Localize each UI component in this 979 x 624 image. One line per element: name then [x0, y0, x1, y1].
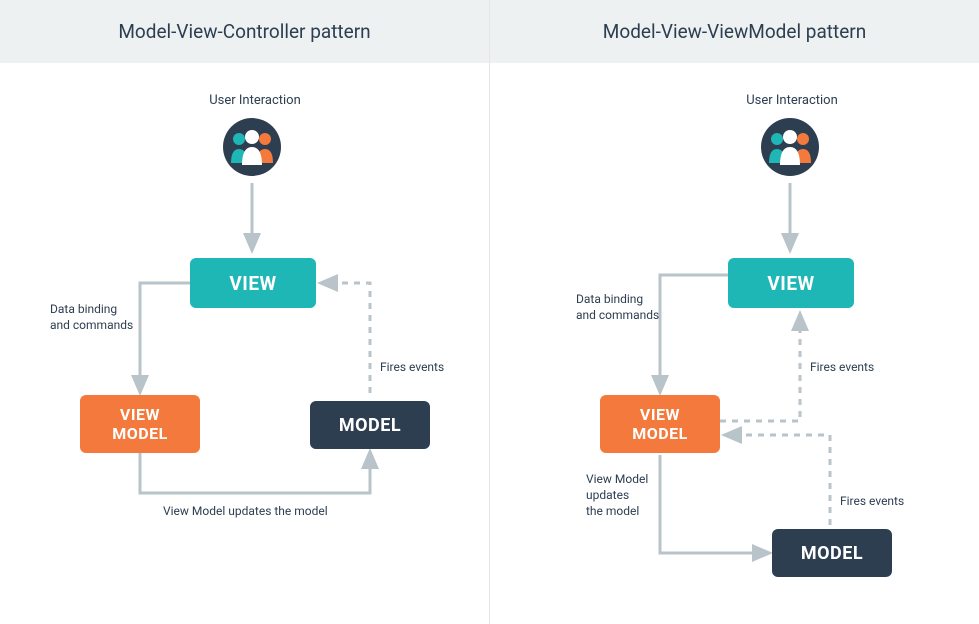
databinding-label: Data binding and commands [50, 301, 133, 333]
view-box: VIEW [190, 258, 316, 308]
diagram-container: Model-View-Controller pattern [0, 0, 979, 624]
model-label: MODEL [801, 543, 863, 564]
mvc-diagram: User Interaction VIEW VIEW MO [0, 63, 489, 624]
view-box: VIEW [728, 258, 854, 308]
user-interaction-label: User Interaction [742, 93, 842, 108]
mvc-header: Model-View-Controller pattern [0, 0, 489, 63]
model-box: MODEL [310, 401, 430, 449]
viewmodel-label: VIEW MODEL [632, 405, 688, 443]
user-interaction-label: User Interaction [205, 93, 305, 108]
vm-updates-label: View Model updates the model [586, 471, 648, 520]
mvvm-panel: Model-View-ViewModel pattern [490, 0, 979, 624]
vm-updates-label: View Model updates the model [163, 503, 328, 519]
viewmodel-box: VIEW MODEL [600, 395, 720, 453]
mvc-title: Model-View-Controller pattern [118, 20, 370, 43]
fires-events-label: Fires events [380, 359, 444, 375]
model-label: MODEL [339, 415, 401, 436]
users-icon [761, 118, 819, 176]
mvvm-header: Model-View-ViewModel pattern [490, 0, 979, 63]
view-label: VIEW [229, 272, 276, 295]
viewmodel-label: VIEW MODEL [112, 405, 168, 443]
view-label: VIEW [767, 272, 814, 295]
fires-events-label-1: Fires events [810, 359, 874, 375]
fires-events-label-2: Fires events [840, 493, 904, 509]
mvvm-diagram: User Interaction VIEW VIEW MODEL MODEL [490, 63, 979, 624]
mvvm-title: Model-View-ViewModel pattern [603, 20, 866, 43]
model-box: MODEL [772, 529, 892, 577]
users-icon [223, 118, 281, 176]
viewmodel-box: VIEW MODEL [80, 395, 200, 453]
mvc-panel: Model-View-Controller pattern [0, 0, 490, 624]
databinding-label: Data binding and commands [576, 291, 659, 323]
mvvm-lines [490, 63, 979, 624]
